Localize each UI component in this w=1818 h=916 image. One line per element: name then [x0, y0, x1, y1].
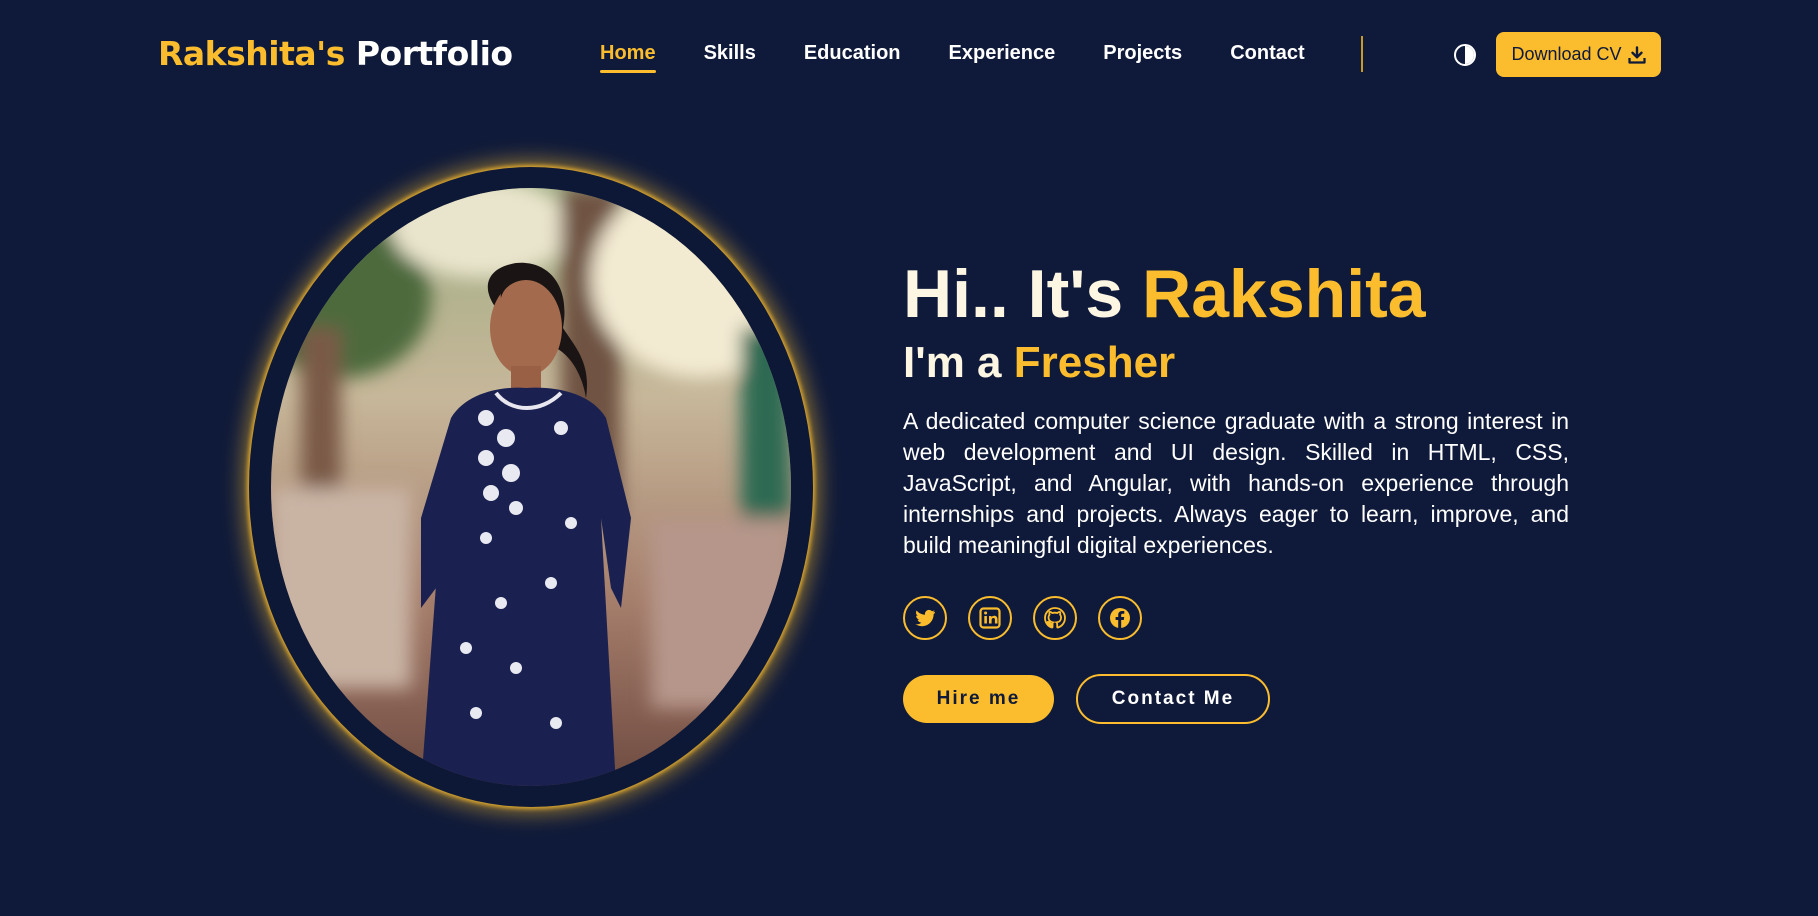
nav-menu: Home Skills Education Experience Project… [600, 42, 1353, 73]
download-cv-button[interactable]: Download CV [1496, 32, 1661, 77]
facebook-icon [1110, 608, 1130, 628]
hero-bio: A dedicated computer science graduate wi… [903, 408, 1569, 558]
hero-role: I'm a Fresher [903, 336, 1569, 390]
contrast-icon[interactable] [1454, 44, 1476, 66]
nav-item-experience[interactable]: Experience [949, 42, 1056, 69]
nav-divider [1361, 36, 1363, 72]
contact-me-button[interactable]: Contact Me [1076, 674, 1270, 724]
twitter-link[interactable] [903, 596, 947, 640]
github-link[interactable] [1033, 596, 1077, 640]
hero-actions: Hire me Contact Me [903, 674, 1270, 724]
github-icon [1044, 607, 1066, 629]
linkedin-icon [979, 607, 1001, 629]
greeting-name: Rakshita [1142, 256, 1426, 332]
role-prefix: I'm a [903, 338, 1002, 387]
hire-me-button[interactable]: Hire me [903, 675, 1054, 723]
social-links [903, 596, 1142, 640]
nav-item-projects[interactable]: Projects [1103, 42, 1182, 69]
logo-name-part2: Portfolio [355, 34, 513, 73]
profile-photo-illustration [271, 188, 791, 786]
hero-greeting: Hi.. It's Rakshita [903, 252, 1569, 336]
navbar: Rakshita's Portfolio Home Skills Educati… [0, 0, 1818, 110]
download-cv-label: Download CV [1511, 44, 1622, 64]
role-value: Fresher [1013, 338, 1176, 387]
greeting-prefix: Hi.. It's [903, 256, 1124, 332]
site-logo[interactable]: Rakshita's Portfolio [158, 34, 513, 73]
hero-intro: Hi.. It's Rakshita I'm a Fresher A dedic… [903, 252, 1569, 584]
profile-photo [271, 188, 791, 786]
nav-item-education[interactable]: Education [804, 42, 901, 69]
linkedin-link[interactable] [968, 596, 1012, 640]
twitter-icon [915, 609, 935, 627]
facebook-link[interactable] [1098, 596, 1142, 640]
logo-name-part1: Rakshita's [158, 34, 345, 73]
nav-item-skills[interactable]: Skills [704, 42, 756, 69]
nav-item-contact[interactable]: Contact [1230, 42, 1304, 69]
download-icon [1627, 45, 1646, 64]
nav-item-home[interactable]: Home [600, 42, 656, 73]
